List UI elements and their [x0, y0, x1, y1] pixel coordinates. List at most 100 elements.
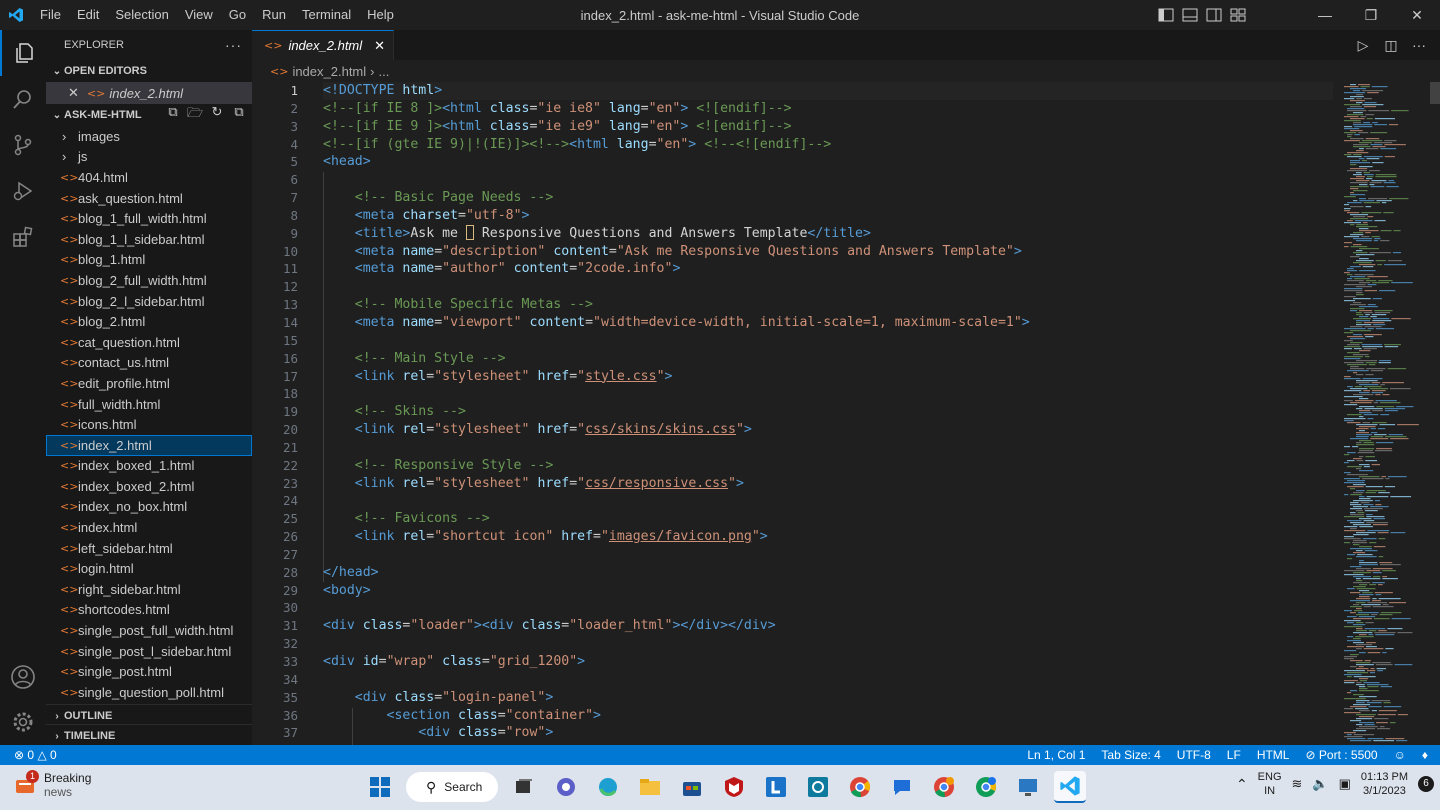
tab-index-2[interactable]: <> index_2.html ✕	[252, 30, 395, 60]
eol[interactable]: LF	[1227, 748, 1241, 762]
file-item[interactable]: <> cat_question.html	[46, 332, 252, 353]
file-item[interactable]: <> blog_2_full_width.html	[46, 270, 252, 291]
live-server-port[interactable]: ⊘ Port : 5500	[1305, 748, 1377, 762]
file-item[interactable]: <> index_boxed_2.html	[46, 476, 252, 497]
file-item[interactable]: <> shortcodes.html	[46, 600, 252, 621]
toggle-panel-icon[interactable]	[1178, 0, 1202, 30]
breadcrumb-file[interactable]: index_2.html	[292, 64, 366, 79]
menu-go[interactable]: Go	[221, 0, 254, 30]
menu-view[interactable]: View	[177, 0, 221, 30]
file-item[interactable]: <> blog_1.html	[46, 250, 252, 271]
taskbar-search[interactable]: ⚲ Search	[406, 772, 498, 802]
menu-file[interactable]: File	[32, 0, 69, 30]
close-tab-icon[interactable]: ✕	[374, 38, 385, 54]
tab-size[interactable]: Tab Size: 4	[1101, 748, 1160, 762]
file-item[interactable]: <> single_question_poll.html	[46, 682, 252, 703]
l-app-icon[interactable]	[760, 771, 792, 803]
task-view-icon[interactable]	[508, 771, 540, 803]
file-item[interactable]: <> ask_question.html	[46, 188, 252, 209]
open-editor-item[interactable]: ✕ <> index_2.html	[46, 82, 252, 104]
project-section[interactable]: ⌄ ASK-ME-HTML ⧉ 🗁 ↻ ⧉	[46, 104, 252, 126]
clock[interactable]: 01:13 PM 3/1/2023	[1361, 770, 1408, 798]
source-control-icon[interactable]	[0, 122, 46, 168]
file-item[interactable]: <> index_2.html	[46, 434, 252, 456]
collapse-all-icon[interactable]: ⧉	[230, 104, 248, 126]
file-item[interactable]: <> index.html	[46, 517, 252, 538]
search-icon[interactable]	[0, 76, 46, 122]
more-actions-icon[interactable]: ···	[1408, 37, 1430, 54]
menu-help[interactable]: Help	[359, 0, 402, 30]
news-widget[interactable]: 1 Breaking news	[14, 770, 91, 799]
language-mode[interactable]: HTML	[1257, 748, 1290, 762]
explorer-more-icon[interactable]: ···	[225, 37, 242, 53]
file-item[interactable]: <> full_width.html	[46, 394, 252, 415]
teams-chat-icon[interactable]	[550, 771, 582, 803]
toggle-primary-sidebar-icon[interactable]	[1154, 0, 1178, 30]
manage-gear-icon[interactable]	[0, 699, 46, 745]
file-item[interactable]: <> contact_us.html	[46, 353, 252, 374]
file-item[interactable]: <> blog_2_l_sidebar.html	[46, 291, 252, 312]
problems-indicator[interactable]: ⊗ 0 △ 0	[14, 748, 57, 762]
file-item[interactable]: <> single_post_l_sidebar.html	[46, 641, 252, 662]
chevron-up-icon[interactable]: ⌃	[1236, 776, 1248, 793]
start-icon[interactable]	[364, 771, 396, 803]
minimap[interactable]	[1342, 82, 1430, 745]
restore-icon[interactable]: ❐	[1348, 0, 1394, 30]
customize-layout-icon[interactable]	[1226, 0, 1250, 30]
file-item[interactable]: <> blog_1_l_sidebar.html	[46, 229, 252, 250]
file-item[interactable]: <> left_sidebar.html	[46, 538, 252, 559]
split-editor-icon[interactable]: ◫	[1380, 37, 1402, 54]
explorer-icon[interactable]	[0, 30, 46, 76]
file-item[interactable]: <> edit_profile.html	[46, 373, 252, 394]
extensions-icon[interactable]	[0, 214, 46, 260]
code-editor[interactable]: 1 2 3 4 5 6 7 8 9 10 11 12 13 14 15 16 17 18 19 20 21 22 23 24 2…	[252, 82, 1440, 745]
input-language[interactable]: ENG IN	[1258, 770, 1282, 798]
folder-images[interactable]: › images	[46, 126, 252, 147]
file-item[interactable]: <> single_post_full_width.html	[46, 620, 252, 641]
menu-selection[interactable]: Selection	[107, 0, 176, 30]
close-editor-icon[interactable]: ✕	[68, 85, 79, 101]
account-icon[interactable]	[0, 654, 46, 700]
file-item[interactable]: <> login.html	[46, 558, 252, 579]
file-item[interactable]: <> right_sidebar.html	[46, 579, 252, 600]
feedback-icon[interactable]: ☺	[1394, 748, 1406, 762]
file-explorer-icon[interactable]	[634, 771, 666, 803]
notification-count[interactable]: 6	[1418, 776, 1434, 792]
file-item[interactable]: <> single_post.html	[46, 661, 252, 682]
refresh-icon[interactable]: ↻	[208, 104, 226, 126]
chrome-profile-2-icon[interactable]	[970, 771, 1002, 803]
chrome-profile-icon[interactable]	[928, 771, 960, 803]
menu-run[interactable]: Run	[254, 0, 294, 30]
file-item[interactable]: <> blog_1_full_width.html	[46, 208, 252, 229]
cursor-position[interactable]: Ln 1, Col 1	[1027, 748, 1085, 762]
folder-js[interactable]: › js	[46, 147, 252, 168]
file-item[interactable]: <> index_no_box.html	[46, 497, 252, 518]
new-file-icon[interactable]: ⧉	[164, 104, 182, 126]
volume-icon[interactable]: 🔈	[1312, 776, 1328, 792]
minimize-icon[interactable]: —	[1302, 0, 1348, 30]
open-editors-section[interactable]: ⌄ OPEN EDITORS	[46, 60, 252, 82]
chrome-icon[interactable]	[844, 771, 876, 803]
file-item[interactable]: <> index_boxed_1.html	[46, 456, 252, 477]
close-icon[interactable]: ✕	[1394, 0, 1440, 30]
toggle-secondary-sidebar-icon[interactable]	[1202, 0, 1226, 30]
menu-edit[interactable]: Edit	[69, 0, 107, 30]
vertical-scrollbar[interactable]	[1430, 82, 1440, 104]
remote-desktop-icon[interactable]	[1012, 771, 1044, 803]
o-app-icon[interactable]	[802, 771, 834, 803]
wifi-icon[interactable]: ≋	[1292, 776, 1303, 792]
breadcrumb-more[interactable]: ...	[379, 64, 390, 79]
menu-terminal[interactable]: Terminal	[294, 0, 359, 30]
run-debug-icon[interactable]	[0, 168, 46, 214]
file-item[interactable]: <> blog_2.html	[46, 311, 252, 332]
vscode-taskbar-icon[interactable]	[1054, 771, 1086, 803]
mcafee-icon[interactable]	[718, 771, 750, 803]
battery-icon[interactable]: ▣	[1339, 776, 1351, 792]
file-item[interactable]: <> icons.html	[46, 414, 252, 435]
run-icon[interactable]: ▷	[1352, 37, 1374, 54]
store-icon[interactable]	[676, 771, 708, 803]
new-folder-icon[interactable]: 🗁	[186, 104, 204, 126]
edge-icon[interactable]	[592, 771, 624, 803]
chat-app-icon[interactable]	[886, 771, 918, 803]
timeline-section[interactable]: › TIMELINE	[46, 725, 252, 745]
